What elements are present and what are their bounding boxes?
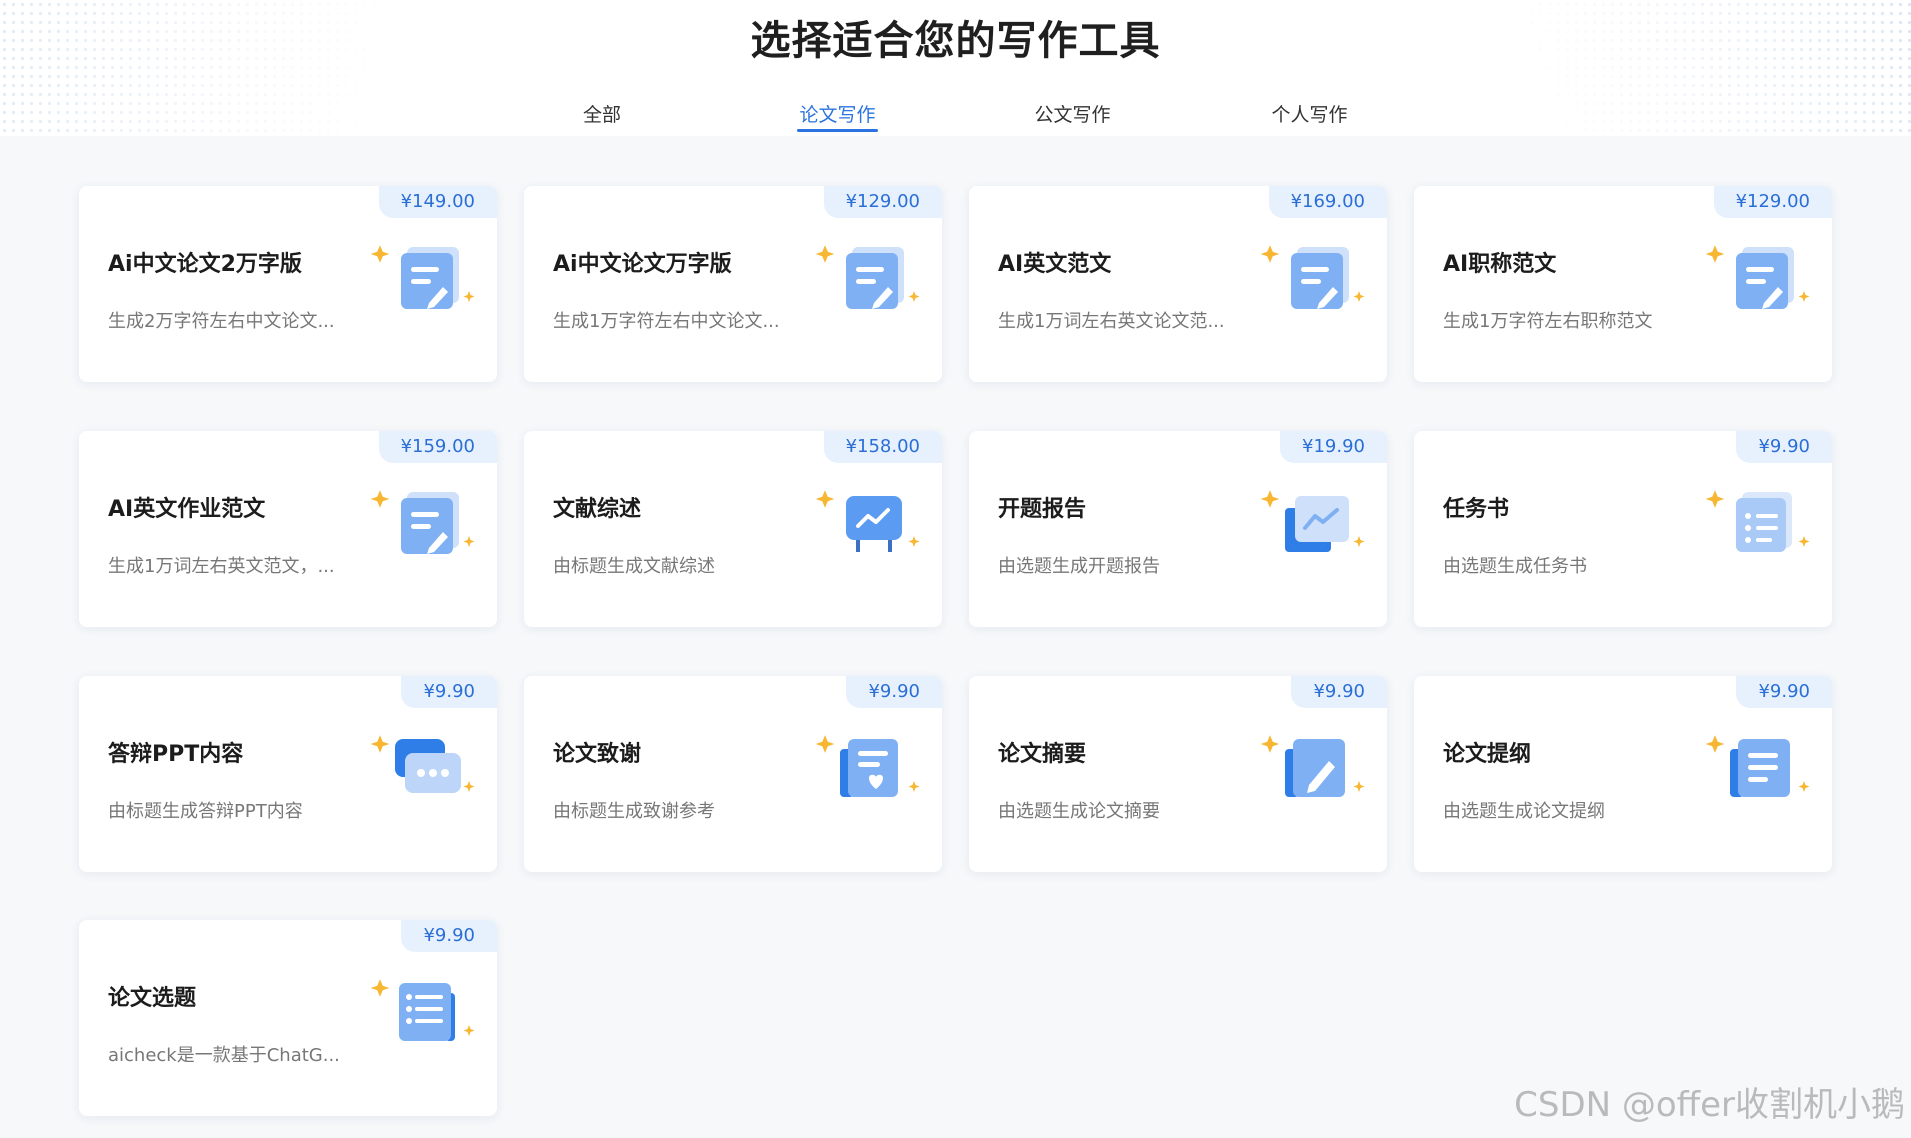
card-description: 由标题生成答辩PPT内容 xyxy=(108,801,303,822)
card-title: 文献综述 xyxy=(553,497,642,522)
card-description: 生成1万字符左右职称范文 xyxy=(1443,311,1653,332)
card-title: 答辩PPT内容 xyxy=(108,742,244,767)
edit-document-icon xyxy=(1259,241,1369,321)
card-description: 由选题生成开题报告 xyxy=(998,556,1160,577)
price-badge: ¥159.00 xyxy=(378,431,497,463)
tool-card[interactable]: ¥19.90 开题报告 由选题生成开题报告 xyxy=(969,431,1387,627)
tool-card[interactable]: ¥9.90 论文提纲 由选题生成论文提纲 xyxy=(1414,676,1832,872)
card-title: Ai中文论文万字版 xyxy=(553,252,732,277)
presentation-board-icon xyxy=(814,486,924,566)
card-description: 由选题生成任务书 xyxy=(1443,556,1587,577)
price-badge: ¥9.90 xyxy=(1291,676,1387,708)
tab-paper-writing[interactable]: 论文写作 xyxy=(797,100,878,136)
price-badge: ¥129.00 xyxy=(1713,186,1832,218)
page-title: 选择适合您的写作工具 xyxy=(750,18,1161,64)
card-description: 生成2万字符左右中文论文... xyxy=(108,311,335,332)
line-chart-icon xyxy=(1259,486,1369,566)
tab-official-writing[interactable]: 公文写作 xyxy=(1032,100,1113,136)
price-badge: ¥158.00 xyxy=(823,431,942,463)
price-badge: ¥149.00 xyxy=(378,186,497,218)
tool-card[interactable]: ¥9.90 论文致谢 由标题生成致谢参考 xyxy=(524,676,942,872)
watermark: CSDN @offer收割机小鹅 xyxy=(1514,1085,1905,1125)
card-title: 论文摘要 xyxy=(998,742,1087,767)
tool-card[interactable]: ¥129.00 Ai中文论文万字版 生成1万字符左右中文论文... xyxy=(524,186,942,382)
edit-document-icon xyxy=(369,486,479,566)
price-badge: ¥9.90 xyxy=(401,920,497,952)
card-title: 开题报告 xyxy=(998,497,1087,522)
topic-list-icon xyxy=(369,975,479,1055)
card-description: 生成1万字符左右中文论文... xyxy=(553,311,780,332)
tool-card[interactable]: ¥9.90 任务书 由选题生成任务书 xyxy=(1414,431,1832,627)
price-badge: ¥9.90 xyxy=(1736,676,1832,708)
edit-document-icon xyxy=(814,241,924,321)
card-title: AI英文范文 xyxy=(998,252,1112,277)
tool-card[interactable]: ¥149.00 Ai中文论文2万字版 生成2万字符左右中文论文... xyxy=(79,186,497,382)
card-title: AI职称范文 xyxy=(1443,252,1557,277)
tool-card[interactable]: ¥9.90 论文选题 aicheck是一款基于ChatG... xyxy=(79,920,497,1116)
price-badge: ¥19.90 xyxy=(1280,431,1387,463)
card-title: 论文选题 xyxy=(108,986,197,1011)
tool-card[interactable]: ¥9.90 答辩PPT内容 由标题生成答辩PPT内容 xyxy=(79,676,497,872)
pencil-icon xyxy=(1259,731,1369,811)
heart-document-icon xyxy=(814,731,924,811)
tool-card[interactable]: ¥158.00 文献综述 由标题生成文献综述 xyxy=(524,431,942,627)
card-description: aicheck是一款基于ChatG... xyxy=(108,1045,340,1066)
hero-header: 选择适合您的写作工具 全部 论文写作 公文写作 个人写作 xyxy=(0,0,1911,136)
card-title: 论文致谢 xyxy=(553,742,642,767)
tool-card[interactable]: ¥129.00 AI职称范文 生成1万字符左右职称范文 xyxy=(1414,186,1832,382)
card-description: 生成1万词左右英文范文，... xyxy=(108,556,335,577)
edit-document-icon xyxy=(1704,241,1814,321)
card-title: 论文提纲 xyxy=(1443,742,1532,767)
price-badge: ¥9.90 xyxy=(401,676,497,708)
price-badge: ¥169.00 xyxy=(1268,186,1387,218)
chat-bubble-icon xyxy=(369,731,479,811)
card-title: Ai中文论文2万字版 xyxy=(108,252,302,277)
tab-personal-writing[interactable]: 个人写作 xyxy=(1269,100,1350,136)
checklist-icon xyxy=(1704,486,1814,566)
price-badge: ¥129.00 xyxy=(823,186,942,218)
tab-all[interactable]: 全部 xyxy=(580,100,624,136)
card-description: 由标题生成文献综述 xyxy=(553,556,715,577)
price-badge: ¥9.90 xyxy=(846,676,942,708)
card-title: AI英文作业范文 xyxy=(108,497,266,522)
card-description: 生成1万词左右英文论文范... xyxy=(998,311,1225,332)
outline-list-icon xyxy=(1704,731,1814,811)
price-badge: ¥9.90 xyxy=(1736,431,1832,463)
tool-card[interactable]: ¥169.00 AI英文范文 生成1万词左右英文论文范... xyxy=(969,186,1387,382)
edit-document-icon xyxy=(369,241,479,321)
tool-card[interactable]: ¥9.90 论文摘要 由选题生成论文摘要 xyxy=(969,676,1387,872)
tool-card[interactable]: ¥159.00 AI英文作业范文 生成1万词左右英文范文，... xyxy=(79,431,497,627)
card-description: 由选题生成论文摘要 xyxy=(998,801,1160,822)
category-tabs: 全部 论文写作 公文写作 个人写作 xyxy=(0,100,1911,136)
card-description: 由标题生成致谢参考 xyxy=(553,801,715,822)
card-description: 由选题生成论文提纲 xyxy=(1443,801,1605,822)
card-title: 任务书 xyxy=(1443,497,1510,522)
